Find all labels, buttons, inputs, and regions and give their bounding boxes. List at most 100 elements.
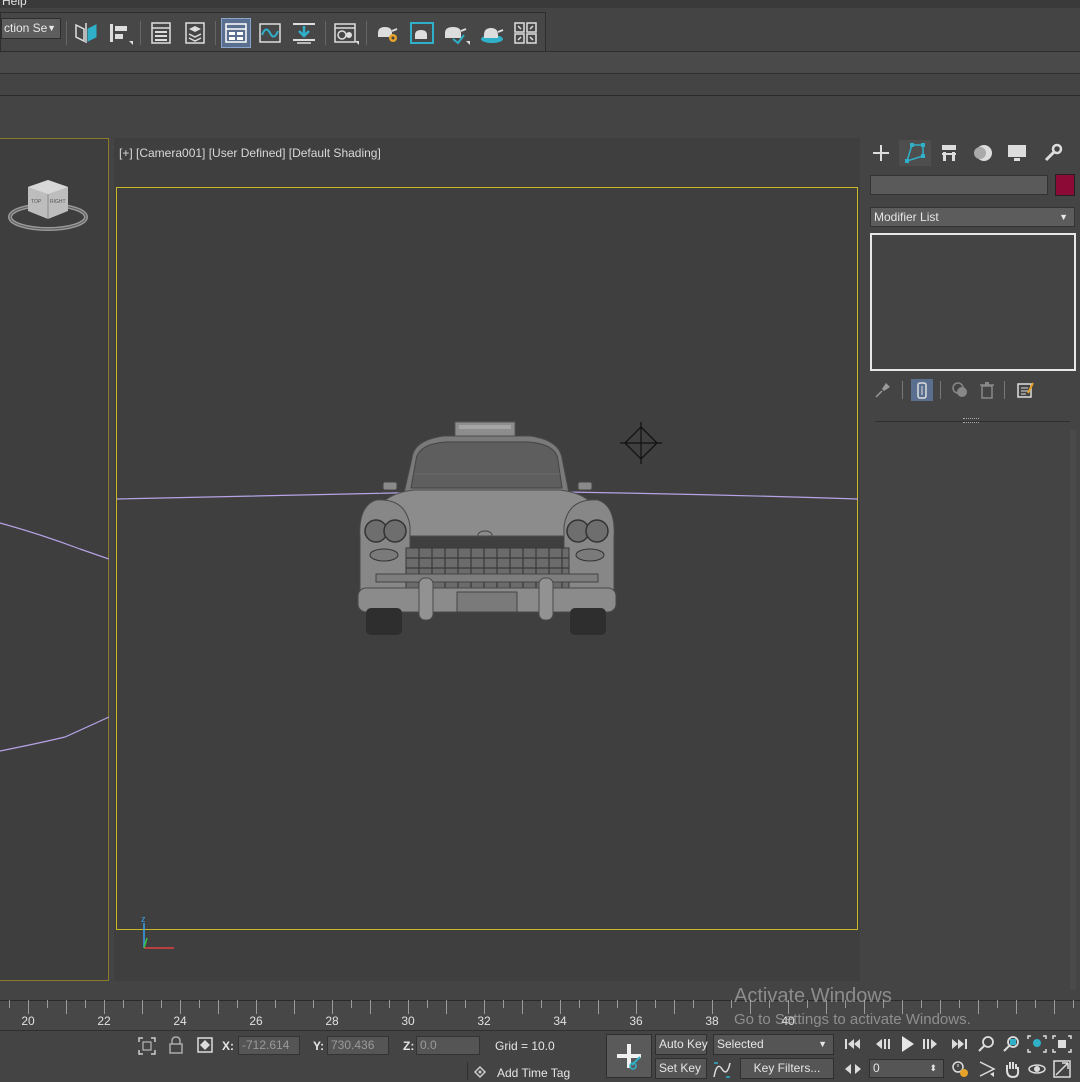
timeline-tick — [598, 1000, 599, 1014]
create-tab[interactable] — [865, 140, 897, 166]
auto-key-button[interactable]: Auto Key — [655, 1034, 708, 1055]
timeline-tick — [85, 1000, 86, 1008]
zoom-all-button[interactable] — [1002, 1034, 1022, 1054]
time-tag-button[interactable] — [470, 1062, 490, 1082]
render-iterative-button[interactable] — [511, 18, 541, 48]
timeline-frame-label: 30 — [401, 1014, 415, 1028]
zoom-icon — [978, 1036, 994, 1052]
timeline-tick — [693, 1000, 694, 1008]
camera-viewport-canvas — [116, 421, 859, 949]
layer-explorer-icon — [185, 22, 205, 44]
set-keys-button[interactable] — [606, 1034, 652, 1078]
object-color-swatch[interactable] — [1055, 174, 1075, 196]
render-in-cloud-button[interactable] — [477, 18, 507, 48]
remove-modifier-button[interactable] — [976, 379, 998, 401]
pan-view-button[interactable] — [1002, 1059, 1022, 1079]
align-button[interactable] — [105, 18, 135, 48]
render-setup-button[interactable] — [373, 18, 403, 48]
timeline-tick — [47, 1000, 48, 1008]
grid-size-readout: Grid = 10.0 — [495, 1039, 555, 1053]
timeline-tick — [408, 1000, 409, 1014]
key-mode-dropdown[interactable]: Selected ▼ — [713, 1034, 834, 1055]
key-mode-toggle[interactable] — [843, 1059, 863, 1079]
render-setup-icon — [378, 27, 398, 42]
zoom-extents-all-button[interactable] — [1052, 1034, 1072, 1054]
rendered-frame-window-button[interactable] — [407, 18, 437, 48]
maximize-viewport-button[interactable] — [1052, 1059, 1072, 1079]
x-coordinate-label: X: — [222, 1039, 234, 1053]
monitor-icon — [1008, 145, 1026, 161]
orbit-button[interactable] — [1027, 1059, 1047, 1079]
next-frame-button[interactable] — [921, 1034, 941, 1054]
time-configuration-button[interactable] — [950, 1059, 970, 1079]
show-end-result-button[interactable] — [911, 379, 933, 401]
modifier-list-dropdown[interactable]: Modifier List ▼ — [870, 207, 1075, 227]
command-panel-scrollbar[interactable] — [1070, 430, 1076, 990]
pin-stack-button[interactable] — [872, 379, 894, 401]
modify-tab[interactable] — [899, 140, 931, 166]
modifier-stack[interactable] — [870, 233, 1076, 371]
x-coordinate-field[interactable]: -712.614 — [238, 1036, 300, 1055]
scene-explorer-button[interactable] — [146, 18, 176, 48]
zoom-extents-button[interactable] — [1027, 1034, 1047, 1054]
set-key-button[interactable]: Set Key — [655, 1058, 707, 1079]
left-viewport[interactable]: TOP RIGHT — [0, 138, 109, 981]
key-plus-icon — [617, 1044, 641, 1070]
layer-explorer-button[interactable] — [180, 18, 210, 48]
absolute-mode-toggle[interactable] — [195, 1035, 215, 1055]
timeline-tick — [142, 1000, 143, 1014]
timeline-tick — [237, 1000, 238, 1008]
zoom-all-icon — [1003, 1036, 1019, 1052]
render-production-icon — [445, 27, 470, 45]
timeline-tick — [560, 1000, 561, 1014]
render-production-button[interactable] — [441, 18, 471, 48]
chevron-down-icon: ▼ — [818, 1039, 827, 1049]
maximize-viewport-icon — [1053, 1060, 1071, 1078]
key-filters-label: Key Filters... — [753, 1061, 821, 1075]
dope-sheet-button[interactable] — [289, 18, 319, 48]
isolate-selection-button[interactable] — [137, 1036, 157, 1056]
current-frame-spinner[interactable]: 0 ⬍ — [869, 1059, 944, 1078]
named-selection-set-dropdown[interactable]: ction Se ▼ — [1, 18, 61, 39]
zoom-button[interactable] — [977, 1034, 997, 1054]
menu-item-help[interactable]: Help — [2, 0, 27, 8]
field-of-view-button[interactable] — [977, 1059, 997, 1079]
hierarchy-tab[interactable] — [933, 140, 965, 166]
timeline-tick — [579, 1000, 580, 1008]
play-button[interactable] — [897, 1034, 917, 1054]
material-editor-button[interactable] — [331, 18, 361, 48]
go-to-end-button[interactable] — [949, 1034, 969, 1054]
go-to-start-button[interactable] — [843, 1034, 863, 1054]
display-tab[interactable] — [1001, 140, 1033, 166]
auto-key-label: Auto Key — [659, 1037, 708, 1051]
utilities-tab[interactable] — [1037, 140, 1069, 166]
add-time-tag-label[interactable]: Add Time Tag — [497, 1066, 570, 1080]
selection-lock-button[interactable] — [166, 1035, 186, 1055]
previous-frame-button[interactable] — [872, 1034, 892, 1054]
object-name-field[interactable] — [870, 175, 1048, 195]
field-of-view-icon — [979, 1061, 996, 1077]
chevron-down-icon: ▼ — [1059, 212, 1068, 222]
motion-tab[interactable] — [967, 140, 999, 166]
key-filters-button[interactable]: Key Filters... — [740, 1058, 834, 1079]
make-unique-button[interactable] — [949, 379, 971, 401]
timeline-tick — [104, 1000, 105, 1014]
timeline-tick — [28, 1000, 29, 1014]
timeline-tick — [199, 1000, 200, 1008]
z-coordinate-field[interactable]: 0.0 — [416, 1036, 480, 1055]
rollout-drag-handle[interactable] — [963, 418, 979, 423]
key-filters-icon-button[interactable] — [712, 1059, 732, 1079]
light-helper-icon[interactable] — [620, 422, 662, 464]
toggle-ribbon-button[interactable] — [221, 18, 251, 48]
render-cloud-icon — [481, 28, 504, 43]
curve-editor-button[interactable] — [255, 18, 285, 48]
timeline-tick — [351, 1000, 352, 1008]
timeline-tick — [522, 1000, 523, 1014]
taxi-car-model[interactable] — [357, 421, 617, 635]
y-coordinate-field[interactable]: 730.436 — [327, 1036, 389, 1055]
configure-modifier-sets-button[interactable] — [1014, 379, 1036, 401]
timeline-frame-label: 34 — [553, 1014, 567, 1028]
mirror-button[interactable] — [71, 18, 101, 48]
ribbon-sub-bar — [0, 74, 1080, 96]
timeline-tick — [9, 1000, 10, 1008]
